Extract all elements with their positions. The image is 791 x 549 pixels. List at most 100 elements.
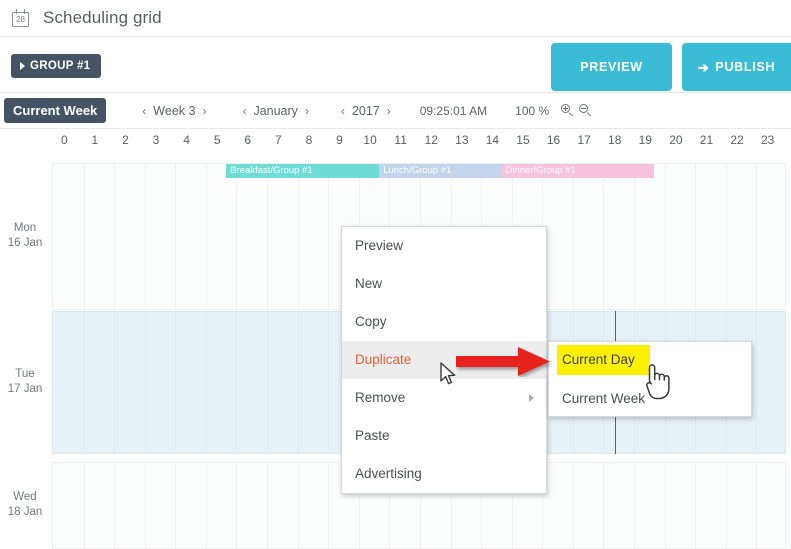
mouse-cursor-hand	[641, 362, 673, 407]
day-date: 18 Jan	[7, 505, 43, 518]
grid-line	[603, 463, 605, 548]
day-weekday: Mon	[13, 221, 37, 234]
context-menu-item-preview[interactable]: Preview	[342, 227, 546, 265]
hour-tick-21: 21	[699, 133, 714, 147]
grid-line	[267, 463, 269, 548]
grid-line	[175, 463, 177, 548]
month-stepper: ‹ January ›	[235, 104, 315, 118]
context-menu-item-label: Duplicate	[355, 352, 412, 367]
hour-tick-1: 1	[91, 133, 99, 147]
context-menu-item-label: Advertising	[355, 466, 422, 481]
year-prev-button[interactable]: ‹	[334, 104, 352, 118]
day-date: 17 Jan	[7, 382, 43, 395]
zoom-in-icon[interactable]	[561, 104, 574, 117]
hour-tick-0: 0	[60, 133, 68, 147]
grid-line	[328, 164, 330, 309]
grid-line	[83, 312, 85, 453]
grid-line	[664, 164, 666, 309]
week-next-button[interactable]: ›	[195, 104, 213, 118]
day-date: 16 Jan	[7, 236, 43, 249]
hour-tick-19: 19	[638, 133, 652, 147]
grid-line	[328, 312, 330, 453]
event-bar[interactable]: Breakfast/Group #1	[226, 164, 380, 178]
grid-line	[175, 312, 177, 453]
context-menu-item-label: Paste	[355, 428, 390, 443]
scheduling-grid-app: 28 Scheduling grid GROUP #1 PREVIEW ➔ PU…	[0, 0, 791, 549]
context-menu-item-paste[interactable]: Paste	[342, 417, 546, 455]
event-bar-label: Dinner/Group #1	[505, 165, 576, 176]
current-week-button[interactable]: Current Week	[4, 98, 107, 123]
hour-tick-8: 8	[305, 133, 313, 147]
hour-tick-7: 7	[275, 133, 282, 147]
day-weekday: Wed	[13, 490, 37, 503]
publish-button[interactable]: ➔ PUBLISH	[682, 43, 791, 91]
hour-tick-11: 11	[394, 133, 407, 147]
arrow-right-icon: ➔	[697, 59, 710, 75]
context-menu-item-label: New	[355, 276, 383, 291]
day-weekday: Tue	[15, 367, 35, 380]
hour-tick-9: 9	[336, 133, 343, 147]
hour-tick-5: 5	[213, 133, 221, 147]
grid-line	[695, 463, 697, 548]
grid-line	[114, 164, 116, 309]
grid-line	[603, 164, 605, 309]
grid-line	[297, 463, 299, 548]
day-label-wed: Wed 18 Jan	[0, 490, 50, 520]
grid-line	[695, 164, 697, 309]
hour-tick-10: 10	[363, 133, 377, 147]
context-menu-item-advertising[interactable]: Advertising	[342, 455, 546, 493]
hour-tick-20: 20	[669, 133, 683, 147]
context-menu-item-copy[interactable]: Copy	[342, 303, 546, 341]
zoom-level: 100 %	[515, 103, 550, 118]
page-title: Scheduling grid	[43, 8, 162, 27]
event-bar[interactable]: Lunch/Group #1	[379, 164, 502, 178]
day-label-tue: Tue 17 Jan	[0, 367, 50, 397]
group-filter-label: GROUP #1	[30, 60, 91, 72]
year-stepper: ‹ 2017 ›	[334, 104, 398, 118]
grid-line	[267, 164, 269, 309]
preview-button[interactable]: PREVIEW	[551, 43, 672, 91]
grid-line	[236, 312, 238, 453]
day-label-mon: Mon 16 Jan	[0, 221, 50, 251]
grid-line	[205, 463, 207, 548]
zoom-out-icon[interactable]	[579, 104, 592, 117]
hour-tick-15: 15	[516, 133, 530, 147]
grid-line	[756, 312, 758, 453]
event-bar-label: Lunch/Group #1	[383, 165, 452, 176]
week-stepper: ‹ Week 3 ›	[135, 104, 213, 118]
grid-line	[725, 463, 727, 548]
grid-line	[236, 164, 238, 309]
grid-line	[205, 164, 207, 309]
grid-line	[205, 312, 207, 453]
grid-line	[572, 164, 574, 309]
caret-right-icon	[20, 62, 25, 70]
calendar-icon: 28	[12, 8, 31, 28]
hour-tick-12: 12	[424, 133, 438, 147]
clock-time: 09:25:01 AM	[419, 103, 488, 118]
hour-tick-3: 3	[152, 133, 160, 147]
group-filter-button[interactable]: GROUP #1	[11, 54, 102, 78]
year-next-button[interactable]: ›	[380, 104, 398, 118]
grid-line	[144, 312, 146, 453]
grid-line	[756, 164, 758, 309]
hour-tick-2: 2	[122, 133, 129, 147]
publish-button-label: PUBLISH	[715, 60, 776, 74]
grid-line	[297, 164, 299, 309]
week-label: Week 3	[153, 103, 196, 118]
hour-tick-18: 18	[608, 133, 622, 147]
event-bar[interactable]: Dinner/Group #1	[501, 164, 655, 178]
hour-tick-22: 22	[730, 133, 744, 147]
grid-line	[83, 463, 85, 548]
grid-line	[83, 164, 85, 309]
week-prev-button[interactable]: ‹	[135, 104, 153, 118]
month-next-button[interactable]: ›	[298, 104, 316, 118]
context-menu-item-new[interactable]: New	[342, 265, 546, 303]
grid-line	[664, 463, 666, 548]
preview-button-label: PREVIEW	[580, 60, 643, 74]
month-prev-button[interactable]: ‹	[235, 104, 253, 118]
context-menu-item-label: Remove	[355, 390, 406, 405]
hour-tick-23: 23	[760, 133, 775, 147]
hour-ruler: 0 1 2 3 4 5 6 7 8 9 10 11 12 13 14 15 16 17 18 19 20 21 22 23	[0, 129, 791, 155]
grid-line	[114, 312, 116, 453]
red-arrow-annotation	[456, 347, 554, 382]
